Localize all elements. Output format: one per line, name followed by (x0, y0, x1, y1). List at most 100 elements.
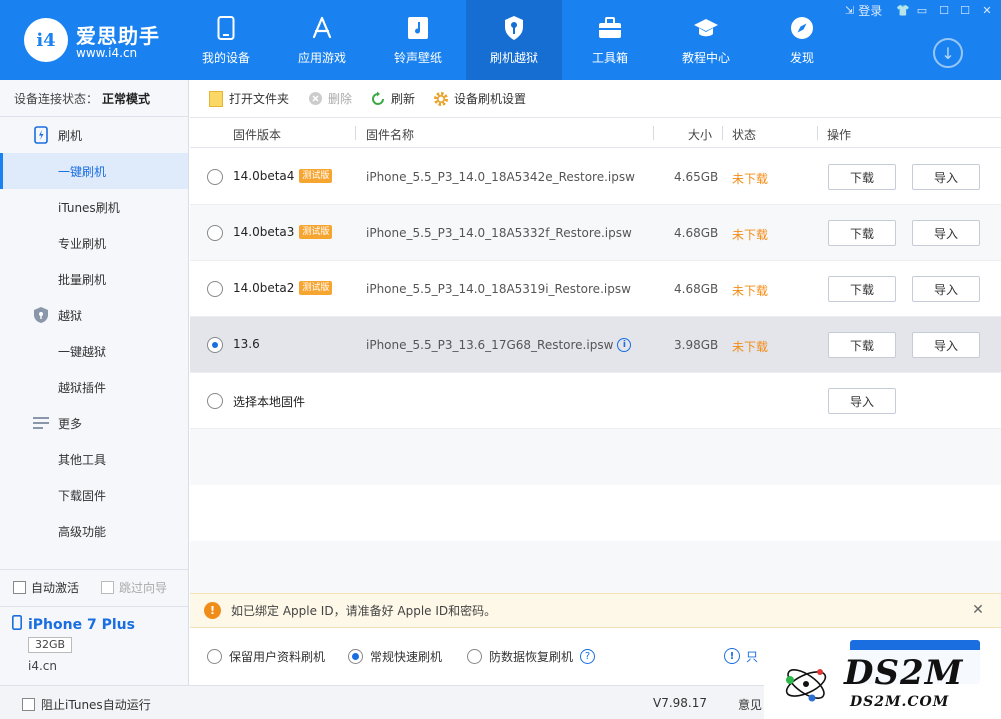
sidebar-item-other-tools[interactable]: 其他工具 (0, 441, 188, 477)
fast-flash-option[interactable]: 常规快速刷机 (348, 648, 442, 665)
import-button[interactable]: 导入 (912, 332, 980, 358)
nav-ringtones[interactable]: 铃声壁纸 (370, 0, 466, 80)
download-button[interactable]: 下载 (828, 276, 896, 302)
beta-badge: 测试版 (299, 281, 333, 295)
firmware-radio[interactable] (207, 281, 223, 297)
sidebar-item-download-firmware[interactable]: 下载固件 (0, 477, 188, 513)
feedback-link[interactable]: 意见 (738, 696, 762, 713)
minimize-icon[interactable]: ▭ (915, 3, 929, 17)
block-itunes-checkbox[interactable] (22, 698, 35, 711)
alert-text: 如已绑定 Apple ID，请准备好 Apple ID和密码。 (231, 604, 497, 618)
fast-flash-label: 常规快速刷机 (370, 650, 443, 664)
refresh-icon (370, 91, 386, 107)
svg-text:DS2M.COM: DS2M.COM (849, 694, 949, 710)
i4-logo-icon[interactable]: i4 (24, 18, 68, 62)
sidebar-item-advanced[interactable]: 高级功能 (0, 513, 188, 549)
open-folder-button[interactable]: 打开文件夹 (208, 90, 289, 107)
delete-label: 删除 (328, 92, 353, 106)
block-itunes-option[interactable]: 阻止iTunes自动运行 (22, 696, 151, 713)
sidebar-group-more[interactable]: 更多 (0, 405, 188, 441)
device-name[interactable]: iPhone 7 Plus (12, 615, 135, 634)
folder-icon (208, 90, 224, 107)
firmware-radio[interactable] (207, 337, 223, 353)
app-title: 爱思助手 (76, 24, 160, 48)
nav-my-device[interactable]: 我的设备 (178, 0, 274, 80)
svg-text:DS2M: DS2M (843, 654, 964, 692)
connection-status: 设备连接状态： 正常模式 (0, 80, 188, 117)
open-folder-label: 打开文件夹 (229, 92, 290, 106)
table-row[interactable]: 14.0beta4 测试版 iPhone_5.5_P3_14.0_18A5342e… (190, 149, 1001, 205)
download-button[interactable]: 下载 (828, 220, 896, 246)
skip-guide-checkbox[interactable] (101, 581, 115, 594)
firmware-name: iPhone_5.5_P3_14.0_18A5319i_Restore.ipsw (366, 282, 631, 296)
nav-label: 我的设备 (201, 50, 250, 65)
refresh-button[interactable]: 刷新 (370, 90, 415, 107)
restore-icon[interactable]: ☐ (958, 3, 972, 17)
toolbox-icon (597, 15, 623, 41)
table-row[interactable]: 13.6 iPhone_5.5_P3_13.6_17G68_Restore.ip… (190, 317, 1001, 373)
app-url: www.i4.cn (76, 46, 138, 60)
anti-recovery-option[interactable]: 防数据恢复刷机 ? (467, 648, 596, 665)
download-button[interactable]: 下载 (828, 332, 896, 358)
sidebar-item-label: 其他工具 (58, 452, 107, 467)
watermark-subtext: DS2M.COM (848, 692, 998, 714)
firmware-radio[interactable] (207, 225, 223, 241)
sidebar-item-label: iTunes刷机 (58, 200, 120, 215)
table-row[interactable]: 14.0beta3 测试版 iPhone_5.5_P3_14.0_18A5332f… (190, 205, 1001, 261)
nav-tutorials[interactable]: 教程中心 (658, 0, 754, 80)
import-local-button[interactable]: 导入 (828, 388, 896, 414)
flash-icon (32, 126, 50, 144)
delete-button[interactable]: 删除 (307, 90, 352, 107)
anti-recovery-radio[interactable] (467, 649, 482, 664)
nav-label: 工具箱 (591, 50, 628, 65)
info-icon[interactable]: i (617, 338, 632, 352)
close-icon[interactable]: ✕ (980, 3, 994, 17)
app-version: V7.98.17 (653, 696, 708, 710)
auto-activate-checkbox[interactable] (13, 581, 26, 594)
help-icon[interactable]: ? (580, 649, 596, 664)
import-button[interactable]: 导入 (912, 220, 980, 246)
col-version: 固件版本 (233, 128, 282, 142)
download-manager-icon[interactable]: ↓ (933, 38, 963, 68)
col-separator (722, 126, 723, 140)
sidebar-item-label: 越狱 (58, 308, 83, 323)
sidebar-item-label: 下载固件 (58, 488, 107, 503)
nav-label: 刷机越狱 (489, 50, 538, 65)
watermark-wordmark: DS2M (843, 653, 964, 693)
sidebar-item-itunes-flash[interactable]: iTunes刷机 (0, 189, 188, 225)
nav-toolbox[interactable]: 工具箱 (562, 0, 658, 80)
notice-link[interactable]: 只 (746, 648, 758, 665)
sidebar-item-label: 高级功能 (58, 524, 107, 539)
close-icon[interactable]: ✕ (971, 602, 985, 618)
fast-flash-radio[interactable] (348, 649, 363, 664)
firmware-radio[interactable] (207, 169, 223, 185)
sidebar-item-label: 越狱插件 (58, 380, 107, 395)
sidebar-item-batch-flash[interactable]: 批量刷机 (0, 261, 188, 297)
sidebar-item-one-click-flash[interactable]: 一键刷机 (0, 153, 188, 189)
download-button[interactable]: 下载 (828, 164, 896, 190)
skin-icon[interactable]: 👕 (896, 3, 910, 17)
keep-data-label: 保留用户资料刷机 (229, 650, 326, 664)
sidebar-item-pro-flash[interactable]: 专业刷机 (0, 225, 188, 261)
table-row[interactable]: 14.0beta2 测试版 iPhone_5.5_P3_14.0_18A5319i… (190, 261, 1001, 317)
nav-discover[interactable]: 发现 (754, 0, 850, 80)
import-button[interactable]: 导入 (912, 276, 980, 302)
sidebar-item-one-click-jailbreak[interactable]: 一键越狱 (0, 333, 188, 369)
sidebar-item-jailbreak-plugins[interactable]: 越狱插件 (0, 369, 188, 405)
nav-flash-jailbreak[interactable]: 刷机越狱 (466, 0, 562, 80)
keep-data-option[interactable]: 保留用户资料刷机 (207, 648, 325, 665)
sidebar-group-flash[interactable]: 刷机 (0, 117, 188, 153)
maximize-icon[interactable]: ☐ (937, 3, 951, 17)
music-icon (405, 15, 431, 41)
sidebar-item-label: 专业刷机 (58, 236, 107, 251)
flash-settings-button[interactable]: 设备刷机设置 (433, 90, 526, 107)
local-firmware-row[interactable]: 选择本地固件 导入 (190, 373, 1001, 429)
sidebar-group-jailbreak[interactable]: 越狱 (0, 297, 188, 333)
firmware-radio[interactable] (207, 393, 223, 409)
keep-data-radio[interactable] (207, 649, 222, 664)
nav-apps-games[interactable]: 应用游戏 (274, 0, 370, 80)
login-link[interactable]: ⇲ 登录 (845, 2, 882, 19)
import-button[interactable]: 导入 (912, 164, 980, 190)
device-info: iPhone 7 Plus 32GB i4.cn (0, 606, 188, 683)
notice-icon[interactable]: ! (724, 648, 740, 664)
